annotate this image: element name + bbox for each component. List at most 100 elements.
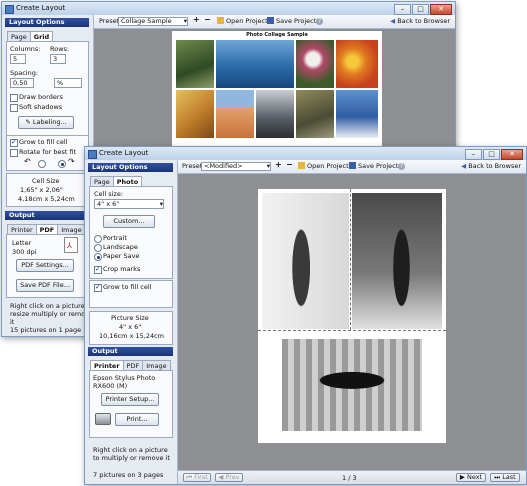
collage-photo[interactable] <box>176 90 214 138</box>
landscape-radio[interactable] <box>94 244 102 252</box>
help-icon[interactable]: ? <box>398 162 405 170</box>
rotate-left-icon[interactable]: ↶ <box>24 157 31 166</box>
crop-mark <box>258 330 446 331</box>
add-icon[interactable]: + <box>193 15 200 24</box>
collage-photo[interactable] <box>296 90 334 138</box>
print-page <box>258 189 446 443</box>
rows-input[interactable]: 3 <box>50 54 66 64</box>
rotate-right-radio[interactable] <box>58 160 66 168</box>
maximize-button[interactable]: □ <box>483 149 500 160</box>
grow-to-fill-checkbox[interactable] <box>94 283 102 292</box>
maximize-button[interactable]: □ <box>412 4 429 15</box>
portrait-label: Portrait <box>103 234 127 242</box>
chevron-down-icon: ▾ <box>183 17 187 25</box>
save-project-button[interactable]: Save Project <box>349 162 398 170</box>
paper-save-radio[interactable] <box>94 253 102 261</box>
photo-cell[interactable] <box>262 193 349 329</box>
collage-photo[interactable] <box>296 40 334 88</box>
open-project-button[interactable]: Open Project <box>217 17 268 25</box>
dpi-value: 300 dpi <box>12 248 37 256</box>
collage-photo[interactable] <box>216 90 254 138</box>
back-to-browser-button[interactable]: ◀ Back to Browser <box>390 17 450 25</box>
rotate-left-radio[interactable] <box>38 160 46 168</box>
front-preview-canvas <box>178 174 526 470</box>
minimize-button[interactable]: – <box>394 4 411 15</box>
last-page-button[interactable]: ⏭ Last <box>490 473 520 482</box>
draw-borders-checkbox[interactable] <box>10 94 18 102</box>
remove-icon[interactable]: − <box>204 15 211 24</box>
pdf-settings-button[interactable]: PDF Settings... <box>16 259 74 272</box>
collage-photo[interactable] <box>256 90 294 138</box>
back-options-panel: Layout Options Page Grid Columns: Rows: … <box>2 15 94 336</box>
open-folder-icon <box>217 17 224 24</box>
add-icon[interactable]: + <box>275 160 282 169</box>
close-button[interactable]: ✕ <box>430 4 452 15</box>
save-project-button[interactable]: Save Project <box>267 17 316 25</box>
save-pdf-button[interactable]: Save PDF File... <box>16 279 74 292</box>
spacing-input[interactable]: 0,50 <box>10 78 34 88</box>
collage-photo[interactable] <box>216 40 294 88</box>
layout-options-header: Layout Options <box>5 18 89 27</box>
back-to-browser-button[interactable]: ◀ Back to Browser <box>461 162 521 170</box>
preset-label: Preset <box>182 162 203 170</box>
labeling-button[interactable]: ✎ Labeling... <box>18 116 74 129</box>
remove-icon[interactable]: − <box>286 160 293 169</box>
portrait-radio[interactable] <box>94 235 102 243</box>
crop-marks-checkbox[interactable] <box>94 265 102 274</box>
cell-size-inches: 1,65" x 2,06" <box>20 186 63 194</box>
photo-cell[interactable] <box>352 193 442 329</box>
rows-label: Rows: <box>50 45 70 53</box>
front-status-text: 7 pictures on 3 pages <box>93 471 164 479</box>
save-disk-icon <box>349 162 356 169</box>
output-header: Output <box>5 211 89 220</box>
first-page-button[interactable]: ⏮ First <box>183 473 211 482</box>
preset-select[interactable]: <Modified> ▾ <box>201 162 271 171</box>
front-create-layout-window: Create Layout – □ ✕ Layout Options Page … <box>84 146 527 485</box>
open-project-button[interactable]: Open Project <box>298 162 349 170</box>
spacing-label: Spacing: <box>10 69 39 77</box>
paper-save-label: Paper Save <box>103 252 140 260</box>
save-disk-icon <box>267 17 274 24</box>
crop-marks-label: Crop marks <box>103 265 141 273</box>
columns-input[interactable]: 5 <box>10 54 26 64</box>
columns-label: Columns: <box>10 45 41 53</box>
spacing-unit-select[interactable]: % <box>54 78 82 88</box>
chevron-down-icon: ▾ <box>266 162 270 170</box>
app-icon <box>5 5 14 14</box>
cell-size-select[interactable]: 4" x 6" ▾ <box>94 199 164 209</box>
output-header: Output <box>88 347 173 356</box>
back-toolbar: Preset Collage Sample ▾ + − Open Project … <box>94 15 455 29</box>
collage-photo[interactable] <box>336 90 378 138</box>
app-icon <box>88 150 97 159</box>
printer-name: Epson Stylus Photo RX600 (M) <box>93 374 156 390</box>
front-toolbar: Preset <Modified> ▾ + − Open Project Save… <box>178 160 526 174</box>
print-button[interactable]: Print... <box>115 413 159 426</box>
close-button[interactable]: ✕ <box>501 149 523 160</box>
pdf-file-icon: ⅄ <box>64 237 78 253</box>
front-title-bar[interactable]: Create Layout – □ ✕ <box>85 147 526 161</box>
front-hint-text: Right click on a picture to multiply or … <box>93 446 170 462</box>
front-bottom-bar: ⏮ First ◀ Prev 1 / 3 ▶ Next ⏭ Last <box>178 470 526 484</box>
next-page-button[interactable]: ▶ Next <box>456 473 486 482</box>
cell-size-label: Cell Size <box>32 177 60 185</box>
help-icon[interactable]: ? <box>316 17 323 25</box>
custom-button[interactable]: Custom... <box>103 215 155 228</box>
grow-to-fill-checkbox[interactable] <box>10 138 18 147</box>
rotate-best-fit-checkbox[interactable] <box>10 149 18 157</box>
collage-photo[interactable] <box>176 40 214 88</box>
collage-page: Photo Collage Sample <box>172 31 382 151</box>
preset-select[interactable]: Collage Sample ▾ <box>118 17 188 26</box>
minimize-button[interactable]: – <box>465 149 482 160</box>
soft-shadows-checkbox[interactable] <box>10 104 18 112</box>
preset-label: Preset <box>99 17 120 25</box>
grow-to-fill-label: Grow to fill cell <box>103 283 152 291</box>
prev-page-button[interactable]: ◀ Prev <box>215 473 243 482</box>
photo-cell[interactable] <box>282 339 422 431</box>
rotate-right-icon[interactable]: ↷ <box>68 157 75 166</box>
front-options-panel: Layout Options Page Photo Cell size: 4" … <box>85 160 178 484</box>
back-title-bar[interactable]: Create Layout – □ ✕ <box>2 2 455 16</box>
printer-setup-button[interactable]: Printer Setup... <box>101 393 159 406</box>
collage-photo[interactable] <box>336 40 378 88</box>
landscape-label: Landscape <box>103 243 138 251</box>
page-indicator: 1 / 3 <box>342 474 357 482</box>
